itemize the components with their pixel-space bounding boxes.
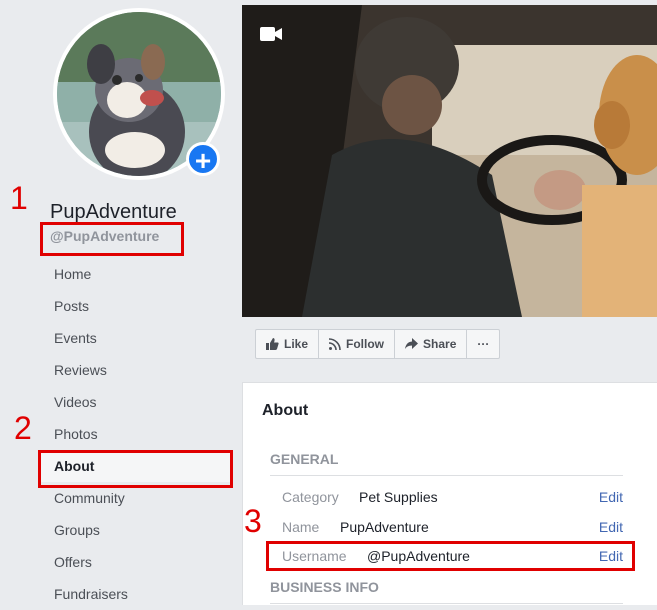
nav-item-groups[interactable]: Groups xyxy=(40,514,232,546)
page-nav: Home Posts Events Reviews Videos Photos … xyxy=(40,258,232,610)
nav-item-home[interactable]: Home xyxy=(40,258,232,290)
business-info-heading: BUSINESS INFO xyxy=(270,579,379,595)
cover-illustration xyxy=(242,5,657,317)
plus-icon: + xyxy=(194,145,212,176)
annotation-box-2 xyxy=(38,450,233,488)
annotation-number-1: 1 xyxy=(10,180,28,216)
nav-item-offers[interactable]: Offers xyxy=(40,546,232,578)
edit-name-link[interactable]: Edit xyxy=(599,519,623,535)
nav-item-reviews[interactable]: Reviews xyxy=(40,354,232,386)
follow-label: Follow xyxy=(346,337,385,351)
follow-button[interactable]: Follow xyxy=(319,330,396,358)
about-card: About GENERAL Category Pet Supplies Edit… xyxy=(242,382,657,605)
rss-icon xyxy=(329,338,341,350)
about-title: About xyxy=(262,402,309,419)
like-label: Like xyxy=(284,337,309,351)
annotation-box-1 xyxy=(40,222,184,256)
nav-item-posts[interactable]: Posts xyxy=(40,290,232,322)
about-row-name: Name PupAdventure Edit xyxy=(282,519,623,539)
share-label: Share xyxy=(423,337,457,351)
share-button[interactable]: Share xyxy=(395,330,468,358)
nav-item-fundraisers[interactable]: Fundraisers xyxy=(40,578,232,610)
nav-item-videos[interactable]: Videos xyxy=(40,386,232,418)
page-name: PupAdventure xyxy=(50,201,177,223)
more-button[interactable]: ··· xyxy=(467,330,499,358)
video-camera-icon xyxy=(260,27,282,46)
general-section-heading: GENERAL xyxy=(270,451,339,467)
share-arrow-icon xyxy=(405,338,419,349)
thumbs-up-icon xyxy=(266,338,279,350)
annotation-number-2: 2 xyxy=(14,410,32,446)
add-profile-photo-button[interactable]: + xyxy=(186,142,220,176)
edit-category-link[interactable]: Edit xyxy=(599,489,623,505)
category-label: Category xyxy=(282,489,339,505)
nav-item-photos[interactable]: Photos xyxy=(40,418,232,450)
like-button[interactable]: Like xyxy=(256,330,320,358)
more-icon: ··· xyxy=(477,337,490,351)
nav-item-events[interactable]: Events xyxy=(40,322,232,354)
cover-video[interactable] xyxy=(242,5,657,317)
about-row-category: Category Pet Supplies Edit xyxy=(282,489,623,509)
page-action-bar: Like Follow Share ··· xyxy=(255,329,501,359)
name-label: Name xyxy=(282,519,320,535)
category-value: Pet Supplies xyxy=(359,489,438,505)
general-divider xyxy=(270,475,623,476)
name-value: PupAdventure xyxy=(340,519,429,535)
annotation-number-3: 3 xyxy=(244,503,262,539)
annotation-box-3 xyxy=(266,541,635,571)
